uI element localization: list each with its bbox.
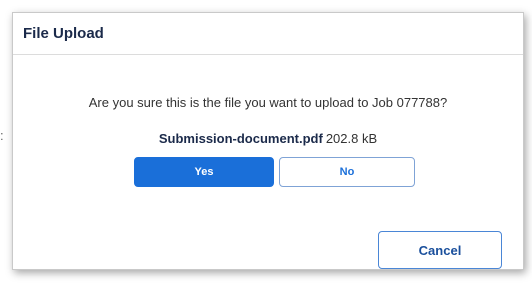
file-name: Submission-document.pdf xyxy=(158,131,323,146)
background-edge-mark: : xyxy=(0,128,4,143)
file-info: Submission-document.pdf 202.8 kB xyxy=(13,131,523,146)
file-size: 202.8 kB xyxy=(325,131,378,146)
file-upload-dialog: File Upload Are you sure this is the fil… xyxy=(12,12,524,270)
no-button[interactable]: No xyxy=(279,157,415,187)
dialog-title: File Upload xyxy=(23,25,104,42)
confirmation-question: Are you sure this is the file you want t… xyxy=(88,95,448,110)
yes-button[interactable]: Yes xyxy=(134,157,274,187)
screen: : File Upload Are you sure this is the f… xyxy=(0,0,532,286)
dialog-header: File Upload xyxy=(13,13,523,55)
cancel-button[interactable]: Cancel xyxy=(378,231,502,269)
